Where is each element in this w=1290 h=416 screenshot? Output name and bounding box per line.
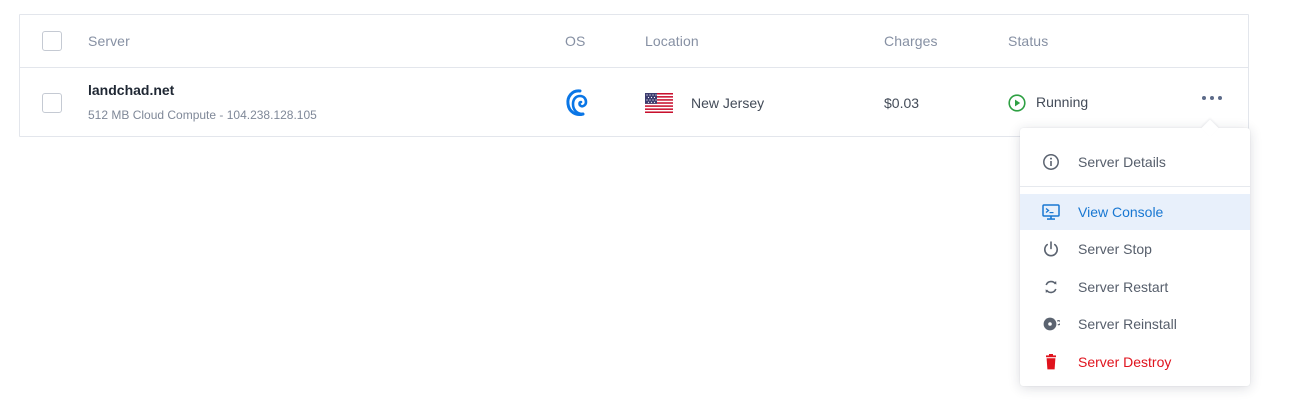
menu-item-server-restart[interactable]: Server Restart bbox=[1020, 269, 1250, 305]
column-header-server[interactable]: Server bbox=[88, 33, 130, 49]
restart-icon bbox=[1045, 280, 1057, 294]
column-header-status[interactable]: Status bbox=[1008, 33, 1048, 49]
row-select-checkbox[interactable] bbox=[42, 93, 62, 113]
menu-item-view-console[interactable]: View Console bbox=[1020, 194, 1250, 230]
monitor-icon bbox=[1042, 204, 1060, 220]
select-all-checkbox[interactable] bbox=[42, 31, 62, 51]
menu-item-label: Server Reinstall bbox=[1078, 316, 1177, 332]
play-circle-icon bbox=[1008, 94, 1026, 112]
menu-item-label: Server Destroy bbox=[1078, 354, 1172, 370]
more-actions-icon[interactable] bbox=[1200, 90, 1224, 106]
menu-divider bbox=[1020, 186, 1250, 187]
menu-item-label: Server Details bbox=[1078, 154, 1166, 170]
us-flag-icon bbox=[645, 93, 673, 113]
menu-item-server-details[interactable]: Server Details bbox=[1020, 144, 1250, 180]
menu-item-label: View Console bbox=[1078, 204, 1164, 220]
trash-icon bbox=[1046, 354, 1056, 370]
disc-icon bbox=[1043, 317, 1060, 331]
column-header-location[interactable]: Location bbox=[645, 33, 699, 49]
menu-item-server-stop[interactable]: Server Stop bbox=[1020, 231, 1250, 267]
power-icon bbox=[1044, 241, 1058, 257]
debian-icon bbox=[566, 89, 588, 116]
column-header-os: OS bbox=[565, 33, 586, 49]
menu-item-label: Server Restart bbox=[1078, 279, 1169, 295]
menu-item-server-reinstall[interactable]: Server Reinstall bbox=[1020, 306, 1250, 342]
charges-value: $0.03 bbox=[884, 95, 920, 111]
server-actions-menu: Server Details View Console Server Stop … bbox=[1020, 119, 1250, 386]
table-row[interactable]: landchad.net 512 MB Cloud Compute - 104.… bbox=[20, 68, 1248, 137]
info-circle-icon bbox=[1043, 154, 1059, 170]
column-header-charges[interactable]: Charges bbox=[884, 33, 938, 49]
menu-item-label: Server Stop bbox=[1078, 241, 1152, 257]
location-text: New Jersey bbox=[691, 95, 765, 111]
server-details-text: 512 MB Cloud Compute - 104.238.128.105 bbox=[88, 108, 317, 122]
servers-table: Server OS Location Charges Status landch… bbox=[19, 14, 1249, 137]
table-header: Server OS Location Charges Status bbox=[20, 15, 1248, 68]
status-badge: Running bbox=[1036, 94, 1089, 110]
server-name-link[interactable]: landchad.net bbox=[88, 82, 174, 98]
menu-item-server-destroy[interactable]: Server Destroy bbox=[1020, 344, 1250, 380]
